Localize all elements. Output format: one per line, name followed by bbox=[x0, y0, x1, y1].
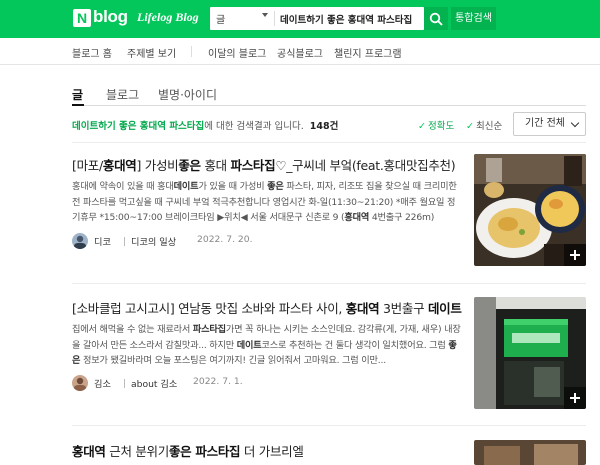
text-segment: 가 있을 때 가성비 bbox=[198, 181, 268, 192]
post-title[interactable]: [소바클럽 고시고시] 연남동 맛집 소바와 파스타 사이, 홍대역 3번출구 … bbox=[72, 298, 462, 317]
keyword-highlight: 좋은 파스타집 bbox=[168, 444, 241, 459]
text-segment: [마포/ bbox=[72, 158, 103, 173]
search-button[interactable] bbox=[424, 7, 448, 30]
post-date: 2022. 7. 20. bbox=[197, 234, 253, 245]
text-segment: 3번출구 bbox=[379, 301, 428, 316]
search-divider bbox=[274, 11, 275, 26]
author-name[interactable]: 디코 bbox=[94, 234, 111, 248]
tab-nickname-id[interactable]: 별명·아이디 bbox=[158, 86, 217, 103]
blog-name[interactable]: 디코의 일상 bbox=[131, 234, 176, 248]
meta-divider bbox=[124, 237, 125, 246]
post-date: 2022. 7. 1. bbox=[193, 376, 243, 387]
naver-logo[interactable]: N bbox=[73, 9, 91, 27]
search-icon bbox=[429, 12, 443, 26]
nav-blog-home[interactable]: 블로그 홈 bbox=[72, 45, 112, 60]
nav-challenge-program[interactable]: 챌린지 프로그램 bbox=[334, 45, 402, 60]
tab-rule bbox=[72, 105, 586, 106]
search-category-select[interactable]: 글 bbox=[216, 11, 225, 26]
sort-accuracy-label: 정확도 bbox=[427, 121, 455, 132]
nav-blog-of-month[interactable]: 이달의 블로그 bbox=[208, 45, 266, 60]
sort-accuracy[interactable]: ✓ 정확도 bbox=[418, 118, 454, 132]
expand-icon[interactable] bbox=[564, 244, 586, 266]
text-segment: 집에서 해먹을 수 없는 재료라서 bbox=[72, 324, 193, 335]
result-count: 148건 bbox=[309, 121, 339, 132]
keyword-highlight: 데이트 bbox=[173, 181, 199, 192]
summary-suffix: 에 대한 검색결과 입니다. bbox=[204, 121, 304, 132]
main-nav: 블로그 홈 주제별 보기 이달의 블로그 공식블로그 챌린지 프로그램 bbox=[0, 38, 600, 65]
post-title[interactable]: [마포/홍대역] 가성비좋은 홍대 파스타집♡_구씨네 부엌(feat.홍대맛집… bbox=[72, 155, 456, 174]
check-icon: ✓ bbox=[466, 121, 474, 132]
sort-latest[interactable]: ✓ 최신순 bbox=[466, 118, 502, 132]
text-segment: 홍대에 약속이 있을 때 홍대 bbox=[72, 181, 174, 192]
keyword-highlight: 데이트 bbox=[236, 339, 262, 351]
text-segment: ] 가성비 bbox=[136, 158, 179, 173]
text-segment: 홍대 bbox=[200, 158, 231, 173]
divider bbox=[72, 425, 586, 426]
search-box: 글 bbox=[210, 7, 424, 30]
check-icon: ✓ bbox=[418, 121, 426, 132]
post-thumbnail[interactable] bbox=[474, 440, 586, 465]
blog-logo[interactable]: blog bbox=[93, 7, 128, 27]
keyword-highlight: 좋은 bbox=[267, 181, 284, 192]
tab-blogs[interactable]: 블로그 bbox=[106, 86, 139, 103]
text-segment: 정보가 됐길바라며 오늘 포스팅은 여기까지! 긴글 읽어줘서 고마워요. 그럼… bbox=[80, 355, 386, 366]
keyword-highlight: 홍대역 bbox=[344, 212, 370, 223]
nav-official-blog[interactable]: 공식블로그 bbox=[277, 45, 323, 60]
keyword-highlight: 홍대역 bbox=[102, 158, 137, 173]
all-search-button[interactable]: 통합검색 bbox=[451, 7, 496, 30]
text-segment: 근처 분위기 bbox=[105, 444, 169, 459]
post-excerpt[interactable]: 집에서 해먹을 수 없는 재료라서 파스타집가면 꼭 하나는 시키는 소스인데요… bbox=[72, 322, 462, 369]
nav-topic-view[interactable]: 주제별 보기 bbox=[127, 45, 176, 60]
keyword-highlight: 파스타집 bbox=[230, 158, 276, 173]
keyword-highlight: 데이트 bbox=[427, 301, 462, 316]
meta-divider bbox=[124, 379, 125, 388]
post-thumbnail[interactable] bbox=[474, 154, 586, 266]
top-header: N blog Lifelog Blog 글 통합검색 bbox=[0, 0, 600, 38]
keyword-highlight: 홍대역 bbox=[72, 444, 106, 459]
keyword-highlight: 홍대역 bbox=[345, 301, 380, 316]
divider bbox=[72, 283, 586, 284]
restaurant-photo bbox=[474, 440, 586, 465]
lifelog-logo[interactable]: Lifelog Blog bbox=[137, 10, 199, 25]
post-thumbnail[interactable] bbox=[474, 297, 586, 409]
chevron-down-icon[interactable] bbox=[262, 13, 268, 17]
divider bbox=[72, 142, 586, 143]
author-name[interactable]: 김소 bbox=[94, 376, 111, 390]
expand-icon[interactable] bbox=[564, 387, 586, 409]
period-select[interactable]: 기간 전체 bbox=[513, 112, 586, 136]
avatar[interactable] bbox=[72, 375, 88, 391]
text-segment: 4번출구 226m) bbox=[369, 212, 435, 223]
nav-divider bbox=[191, 46, 192, 57]
tab-posts[interactable]: 글 bbox=[72, 86, 83, 103]
keyword-highlight: 좋은 bbox=[178, 158, 201, 173]
chevron-down-icon bbox=[570, 118, 580, 128]
post-excerpt[interactable]: 홍대에 약속이 있을 때 홍대데이트가 있을 때 가성비 좋은 파스타, 피자,… bbox=[72, 179, 462, 226]
text-segment: [소바클럽 고시고시] 연남동 맛집 소바와 파스타 사이, bbox=[72, 301, 346, 316]
sort-latest-label: 최신순 bbox=[475, 121, 503, 132]
text-segment: 코스로 추천하는 건 둘다 생각이 일치했어요. 그럼 bbox=[261, 339, 449, 351]
text-segment: 더 가브리엘 bbox=[240, 444, 304, 459]
search-input[interactable] bbox=[280, 10, 420, 27]
active-tab-indicator bbox=[72, 104, 84, 106]
post-title[interactable]: 홍대역 근처 분위기좋은 파스타집 더 가브리엘 bbox=[72, 441, 304, 460]
period-label: 기간 전체 bbox=[525, 118, 565, 129]
summary-keyword: 데이트하기 좋은 홍대역 파스타집 bbox=[72, 121, 205, 132]
keyword-highlight: 파스타집 bbox=[192, 324, 226, 335]
avatar[interactable] bbox=[72, 233, 88, 249]
blog-name[interactable]: about 김소 bbox=[131, 376, 177, 390]
result-summary: 데이트하기 좋은 홍대역 파스타집에 대한 검색결과 입니다. 148건 bbox=[72, 118, 338, 132]
text-segment: ♡_구씨네 부엌(feat.홍대맛집추천) bbox=[275, 158, 456, 173]
